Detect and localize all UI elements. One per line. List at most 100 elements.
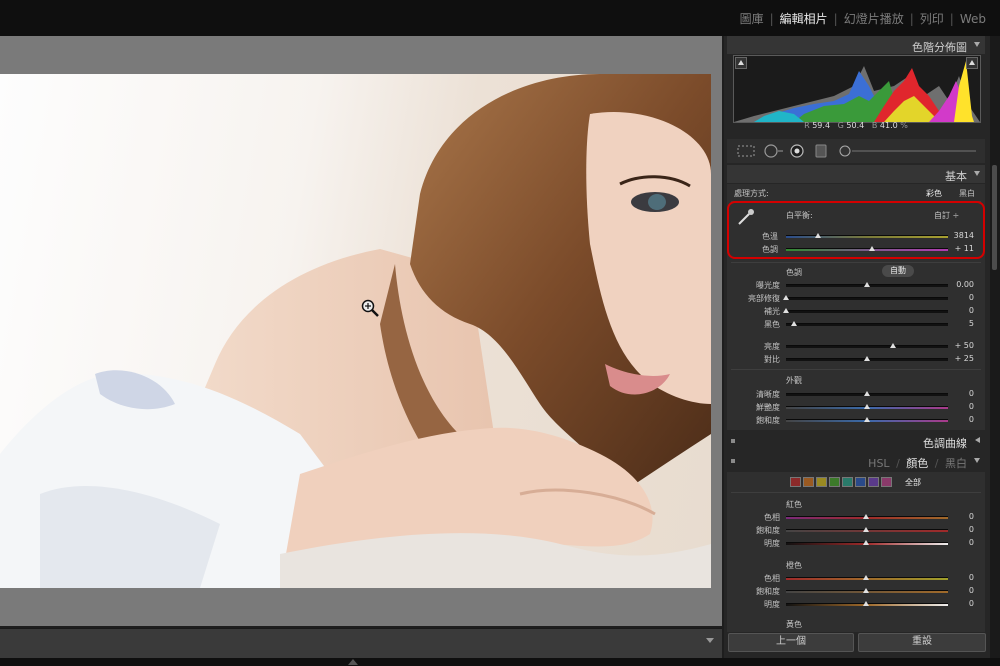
toolbar-menu-icon[interactable] [706,638,714,643]
recovery-slider[interactable] [786,297,948,300]
histogram-graph [733,55,981,123]
color-swatch[interactable] [868,477,879,487]
brightness-slider[interactable] [786,345,948,348]
color-swatch[interactable] [816,477,827,487]
vibrance-value[interactable]: 0 [946,402,974,411]
tab-separator: / [896,457,900,470]
collapse-icon [974,42,980,47]
crop-tool-icon[interactable] [736,144,756,158]
r-label: R [804,121,810,130]
orange-hue-thumb[interactable] [863,575,869,580]
adjustment-brush-icon[interactable] [838,144,978,158]
orange-lum-thumb[interactable] [863,601,869,606]
auto-tone-button[interactable]: 自動 [882,265,914,277]
orange-hue-value[interactable]: 0 [946,573,974,582]
red-sat-thumb[interactable] [863,527,869,532]
spot-removal-icon[interactable] [763,144,785,158]
histogram-title: 色階分佈圖 [912,41,967,54]
brightness-label: 亮度 [764,342,780,351]
color-swatch[interactable] [829,477,840,487]
orange-lum-value[interactable]: 0 [946,599,974,608]
red-lum-value[interactable]: 0 [946,538,974,547]
orange-sat-label: 飽和度 [756,587,780,596]
recovery-thumb[interactable] [783,295,789,300]
exposure-thumb[interactable] [864,282,870,287]
treatment-bw[interactable]: 黑白 [959,188,975,199]
color-swatch[interactable] [855,477,866,487]
orange-sat-thumb[interactable] [863,588,869,593]
brightness-thumb[interactable] [889,343,896,348]
vibrance-thumb[interactable] [864,404,870,409]
red-hue-thumb[interactable] [863,514,869,519]
panel-switch-icon[interactable] [731,439,735,443]
filmstrip-toggle-icon[interactable] [348,659,358,665]
histogram-header[interactable]: 色階分佈圖 [727,36,985,54]
b-label: B [871,121,878,130]
orange-hue-label: 色相 [764,574,780,583]
basic-header[interactable]: 基本 [727,165,985,183]
g-label: G [837,121,844,130]
tone-curve-header[interactable]: 色調曲線 [727,432,985,450]
red-hue-label: 色相 [764,513,780,522]
hsl-header[interactable]: HSL / 顏色 / 黑白 [727,452,985,470]
module-develop[interactable]: 編輯相片 [780,12,828,26]
scrollbar-thumb[interactable] [992,165,997,270]
graduated-filter-icon[interactable] [814,144,828,158]
saturation-value[interactable]: 0 [946,415,974,424]
module-print[interactable]: 列印 [920,12,944,26]
collapse-icon [974,458,980,463]
color-swatch[interactable] [842,477,853,487]
blacks-value[interactable]: 5 [946,319,974,328]
red-lum-thumb[interactable] [863,540,869,545]
reset-button[interactable]: 重設 [858,633,986,652]
color-swatch[interactable] [803,477,814,487]
previous-button[interactable]: 上一個 [728,633,854,652]
red-hue-value[interactable]: 0 [946,512,974,521]
recovery-value[interactable]: 0 [946,293,974,302]
module-library[interactable]: 圖庫 [740,12,764,26]
blacks-slider[interactable] [786,323,948,326]
fill-light-slider[interactable] [786,310,948,313]
module-web[interactable]: Web [960,12,986,26]
color-swatch[interactable] [881,477,892,487]
red-eye-icon[interactable] [789,144,805,158]
g-value: 50.4 [846,121,865,130]
module-separator: | [909,12,914,26]
red-sat-value[interactable]: 0 [946,525,974,534]
orange-sat-value[interactable]: 0 [946,586,974,595]
clarity-value[interactable]: 0 [946,389,974,398]
tab-separator: / [934,457,939,470]
panel-switch-icon[interactable] [731,459,735,463]
highlight-clip-toggle[interactable] [966,57,978,69]
fill-light-thumb[interactable] [783,308,789,313]
saturation-thumb[interactable] [864,417,870,422]
tab-color[interactable]: 顏色 [906,457,928,470]
fill-light-value[interactable]: 0 [946,306,974,315]
brightness-value[interactable]: + 50 [946,341,974,350]
red-title: 紅色 [786,500,802,509]
exposure-value[interactable]: 0.00 [946,280,974,289]
tone-curve-title: 色調曲線 [923,437,967,450]
toolbar-strip [0,628,722,659]
contrast-thumb[interactable] [864,356,870,361]
contrast-label: 對比 [764,355,780,364]
tone-label: 色調 [786,268,802,277]
blacks-thumb[interactable] [791,321,798,326]
recovery-label: 亮部修復 [748,294,780,303]
orange-title: 橙色 [786,561,802,570]
shadow-clip-toggle[interactable] [735,57,747,69]
panel-scrollbar[interactable] [990,36,1000,658]
vibrance-label: 鮮艷度 [756,403,780,412]
treatment-color[interactable]: 彩色 [926,188,942,199]
filmstrip-edge [0,658,1000,666]
all-colors-toggle[interactable]: 全部 [905,477,921,488]
divider [731,492,981,493]
contrast-value[interactable]: + 25 [946,354,974,363]
clarity-thumb[interactable] [864,391,870,396]
module-slideshow[interactable]: 幻燈片播放 [844,12,904,26]
tab-hsl[interactable]: HSL [868,457,889,470]
orange-lum-label: 明度 [764,600,780,609]
color-swatch[interactable] [790,477,801,487]
photo-image[interactable] [0,74,711,588]
tab-bw[interactable]: 黑白 [945,457,967,470]
